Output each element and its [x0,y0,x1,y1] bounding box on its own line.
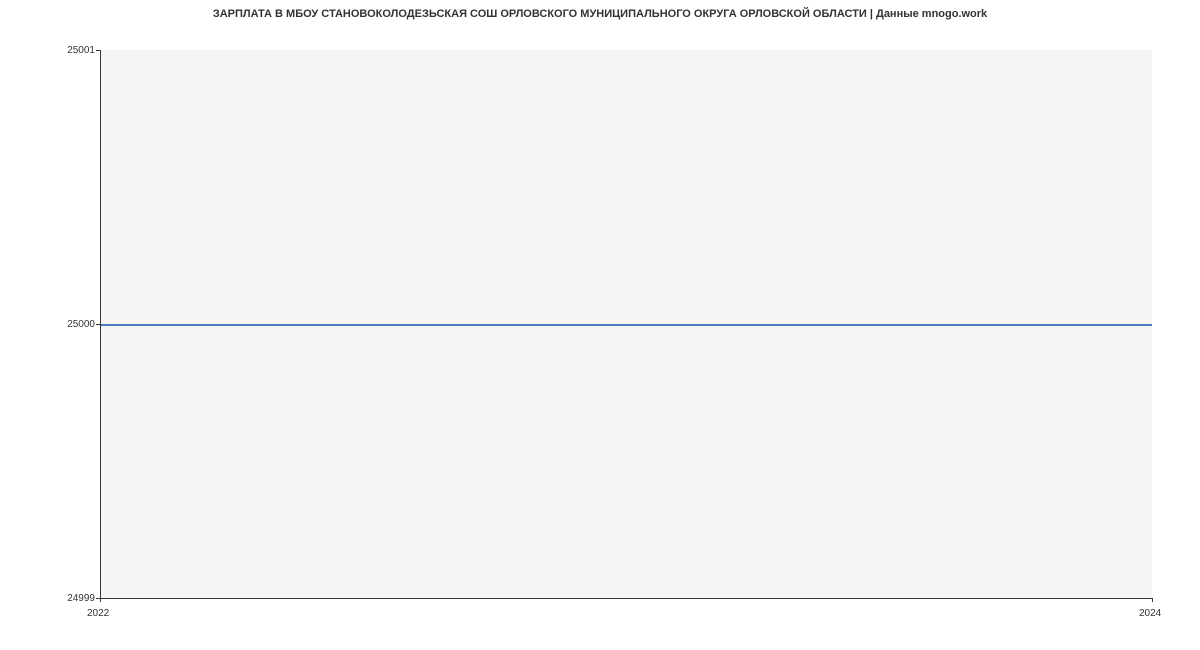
y-tick-label: 25001 [5,45,95,56]
chart-container: ЗАРПЛАТА В МБОУ СТАНОВОКОЛОДЕЗЬСКАЯ СОШ … [0,0,1200,650]
x-tick-mark [1152,598,1153,602]
chart-title: ЗАРПЛАТА В МБОУ СТАНОВОКОЛОДЕЗЬСКАЯ СОШ … [0,8,1200,20]
data-line [100,324,1152,326]
y-tick-label: 25000 [5,319,95,330]
x-tick-label: 2024 [1139,608,1161,619]
x-tick-label: 2022 [87,608,109,619]
y-tick-mark [96,324,100,325]
y-tick-label: 24999 [5,593,95,604]
y-axis-line [100,50,101,598]
x-tick-mark [100,598,101,602]
x-axis-line [100,598,1152,599]
y-tick-mark [96,50,100,51]
